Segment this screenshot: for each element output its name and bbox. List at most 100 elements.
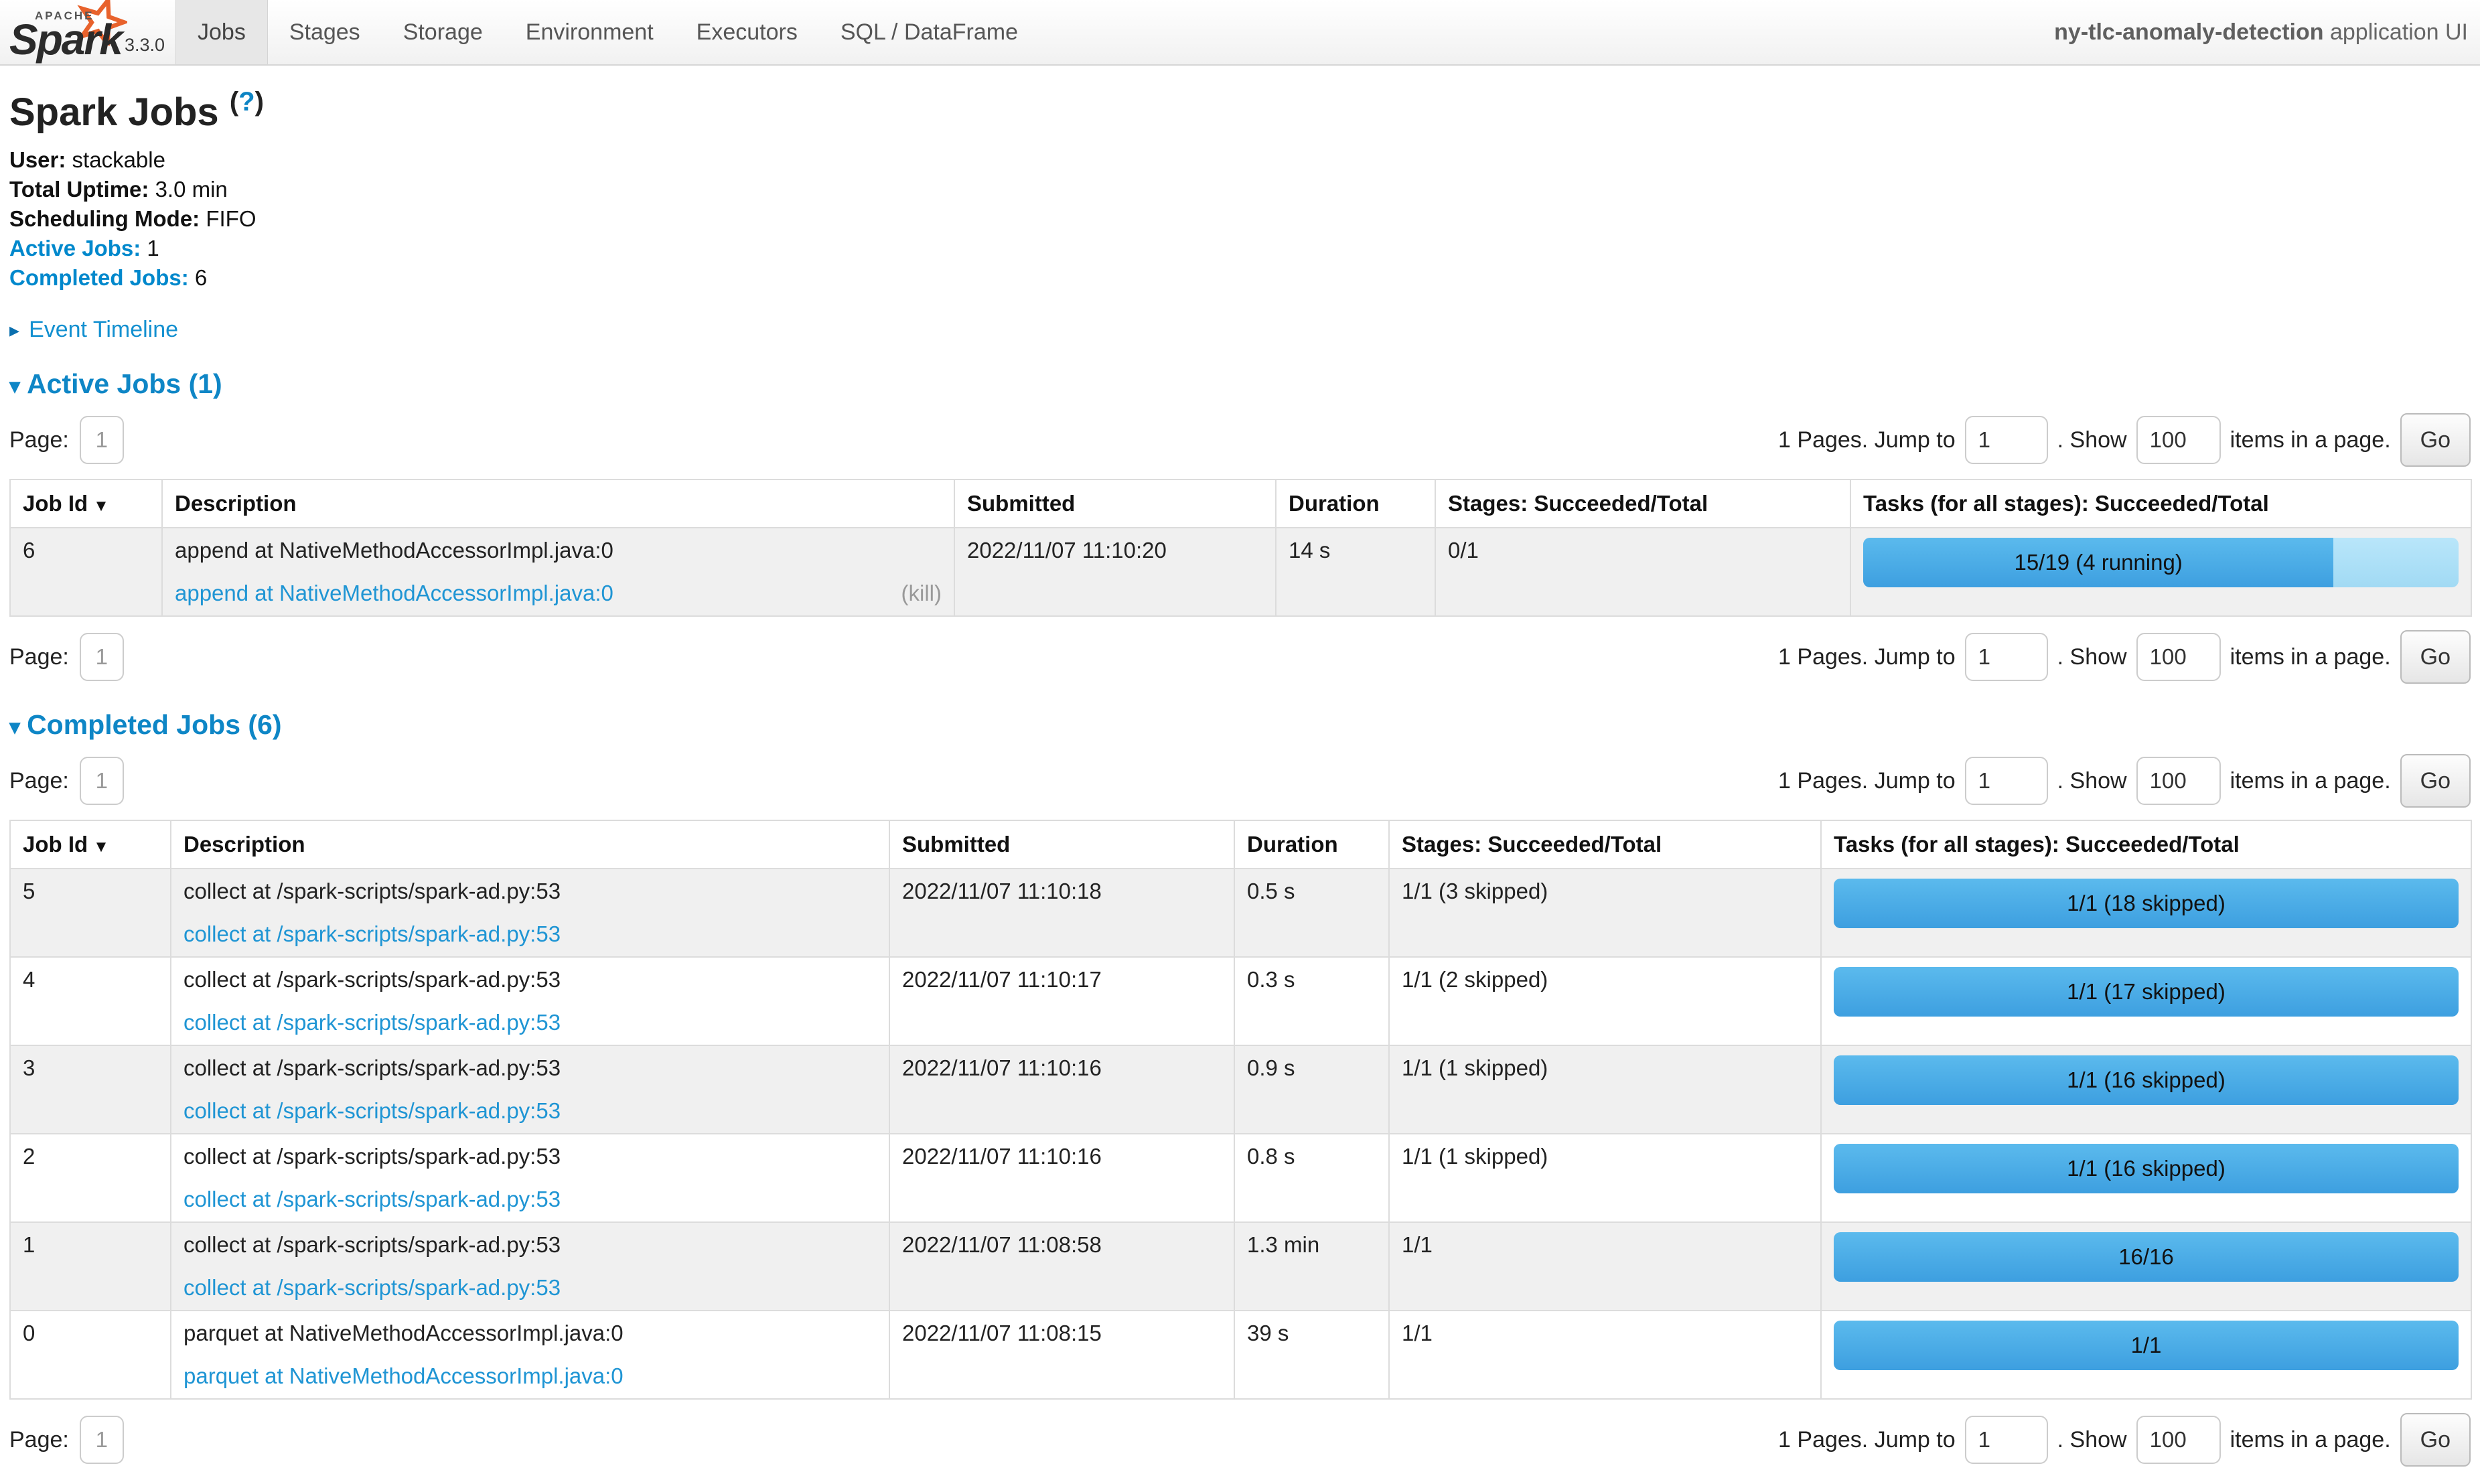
page-number-input[interactable]	[80, 633, 124, 681]
tab-executors[interactable]: Executors	[675, 0, 819, 64]
column-header-tasks[interactable]: Tasks (for all stages): Succeeded/Total	[1850, 479, 2471, 528]
column-header-job-id[interactable]: Job Id▼	[10, 820, 171, 869]
active-jobs-header-label: Active Jobs (1)	[27, 368, 222, 399]
go-button[interactable]: Go	[2400, 1413, 2471, 1467]
tasks-progress-bar: 16/16	[1834, 1232, 2459, 1282]
table-row: 4 collect at /spark-scripts/spark-ad.py:…	[10, 957, 2471, 1045]
page-number-input[interactable]	[80, 1416, 124, 1464]
tasks-cell: 1/1 (16 skipped)	[1821, 1134, 2471, 1222]
page-label: Page:	[9, 1427, 69, 1453]
jump-to-input[interactable]	[1965, 1416, 2048, 1464]
collapse-arrow-icon: ▾	[9, 715, 20, 739]
active-jobs-header[interactable]: ▾ Active Jobs (1)	[9, 368, 2471, 400]
column-header-description[interactable]: Description	[162, 479, 954, 528]
spark-logo[interactable]: APACHE Spark 3.3.0	[0, 0, 175, 64]
job-description-link[interactable]: collect at /spark-scripts/spark-ad.py:53	[184, 1010, 561, 1035]
column-header-duration[interactable]: Duration	[1234, 820, 1389, 869]
job-description-link[interactable]: collect at /spark-scripts/spark-ad.py:53	[184, 1275, 561, 1300]
event-timeline-toggle[interactable]: ▸Event Timeline	[9, 317, 2471, 343]
summary-completed-jobs-link[interactable]: Completed Jobs:	[9, 265, 189, 290]
help-question-icon[interactable]: ?	[238, 87, 254, 117]
tasks-cell: 16/16	[1821, 1222, 2471, 1311]
column-header-tasks[interactable]: Tasks (for all stages): Succeeded/Total	[1821, 820, 2471, 869]
summary-uptime-value: 3.0 min	[155, 177, 228, 202]
submitted-cell: 2022/11/07 11:10:18	[889, 869, 1234, 957]
summary-user: User: stackable	[9, 145, 2471, 175]
job-description-link[interactable]: collect at /spark-scripts/spark-ad.py:53	[184, 1098, 561, 1123]
job-id-cell: 1	[10, 1222, 171, 1311]
submitted-cell: 2022/11/07 11:10:17	[889, 957, 1234, 1045]
summary-active-jobs-value: 1	[147, 236, 159, 261]
job-description-link[interactable]: collect at /spark-scripts/spark-ad.py:53	[184, 921, 561, 946]
tab-stages[interactable]: Stages	[268, 0, 382, 64]
completed-jobs-header-label: Completed Jobs (6)	[27, 709, 281, 740]
tasks-progress-bar: 1/1 (16 skipped)	[1834, 1055, 2459, 1105]
go-button[interactable]: Go	[2400, 413, 2471, 467]
go-button[interactable]: Go	[2400, 630, 2471, 684]
column-header-submitted[interactable]: Submitted	[889, 820, 1234, 869]
collapse-arrow-icon: ▾	[9, 374, 20, 398]
column-header-submitted[interactable]: Submitted	[954, 479, 1276, 528]
tasks-progress-label: 1/1 (17 skipped)	[2067, 979, 2226, 1005]
items-per-page-input[interactable]	[2136, 416, 2221, 464]
page-label: Page:	[9, 427, 69, 453]
tasks-progress-label: 1/1 (16 skipped)	[2067, 1067, 2226, 1093]
page-label: Page:	[9, 768, 69, 794]
pages-jump-label: 1 Pages. Jump to	[1778, 644, 1956, 670]
tab-storage[interactable]: Storage	[382, 0, 504, 64]
jump-to-input[interactable]	[1965, 416, 2048, 464]
items-per-page-input[interactable]	[2136, 633, 2221, 681]
completed-jobs-header[interactable]: ▾ Completed Jobs (6)	[9, 709, 2471, 741]
tasks-progress-bar: 1/1 (18 skipped)	[1834, 879, 2459, 928]
submitted-cell: 2022/11/07 11:08:15	[889, 1311, 1234, 1399]
stages-cell: 1/1 (2 skipped)	[1389, 957, 1821, 1045]
tasks-progress-label: 1/1	[2131, 1333, 2162, 1358]
expand-arrow-icon: ▸	[9, 319, 19, 342]
column-header-stages[interactable]: Stages: Succeeded/Total	[1389, 820, 1821, 869]
items-per-page-input[interactable]	[2136, 757, 2221, 805]
job-description: collect at /spark-scripts/spark-ad.py:53	[184, 879, 877, 904]
tab-sql-dataframe[interactable]: SQL / DataFrame	[819, 0, 1039, 64]
tasks-progress-label: 15/19 (4 running)	[2014, 550, 2182, 575]
jump-to-input[interactable]	[1965, 757, 2048, 805]
column-header-job-id[interactable]: Job Id▼	[10, 479, 162, 528]
spark-version: 3.3.0	[125, 35, 165, 56]
tasks-progress-bar: 15/19 (4 running)	[1863, 538, 2333, 587]
job-id-cell: 2	[10, 1134, 171, 1222]
job-id-cell: 5	[10, 869, 171, 957]
page-number-input[interactable]	[80, 416, 124, 464]
submitted-cell: 2022/11/07 11:10:16	[889, 1045, 1234, 1134]
jump-to-input[interactable]	[1965, 633, 2048, 681]
job-description-link[interactable]: collect at /spark-scripts/spark-ad.py:53	[184, 1187, 561, 1211]
tab-environment[interactable]: Environment	[504, 0, 675, 64]
tasks-progress-track: 1/1 (16 skipped)	[1834, 1055, 2459, 1105]
column-header-duration[interactable]: Duration	[1276, 479, 1435, 528]
spark-wordmark: Spark	[9, 15, 122, 64]
summary-uptime: Total Uptime: 3.0 min	[9, 175, 2471, 204]
summary-completed-jobs: Completed Jobs: 6	[9, 263, 2471, 293]
tasks-cell: 1/1 (17 skipped)	[1821, 957, 2471, 1045]
job-description: append at NativeMethodAccessorImpl.java:…	[175, 538, 942, 563]
completed-jobs-pagination-bottom: Page: 1 Pages. Jump to . Show items in a…	[9, 1413, 2471, 1467]
summary-active-jobs: Active Jobs: 1	[9, 234, 2471, 263]
help-link[interactable]: (?)	[230, 87, 264, 117]
items-per-page-input[interactable]	[2136, 1416, 2221, 1464]
top-navbar: APACHE Spark 3.3.0 Jobs Stages Storage E…	[0, 0, 2480, 66]
job-id-cell: 6	[10, 528, 162, 616]
summary-active-jobs-link[interactable]: Active Jobs:	[9, 236, 141, 261]
submitted-cell: 2022/11/07 11:10:16	[889, 1134, 1234, 1222]
job-description-link[interactable]: parquet at NativeMethodAccessorImpl.java…	[184, 1363, 624, 1388]
stages-cell: 1/1	[1389, 1311, 1821, 1399]
kill-link[interactable]: (kill)	[901, 581, 942, 606]
summary-user-label: User:	[9, 147, 66, 172]
page-number-input[interactable]	[80, 757, 124, 805]
column-header-description[interactable]: Description	[171, 820, 889, 869]
sort-desc-icon: ▼	[93, 838, 109, 856]
column-header-stages[interactable]: Stages: Succeeded/Total	[1435, 479, 1850, 528]
tasks-progress-track: 16/16	[1834, 1232, 2459, 1282]
application-name-strong: ny-tlc-anomaly-detection	[2054, 19, 2323, 45]
application-name-suffix: application UI	[2324, 19, 2468, 45]
job-description-link[interactable]: append at NativeMethodAccessorImpl.java:…	[175, 581, 613, 605]
tab-jobs[interactable]: Jobs	[175, 0, 268, 64]
go-button[interactable]: Go	[2400, 754, 2471, 808]
